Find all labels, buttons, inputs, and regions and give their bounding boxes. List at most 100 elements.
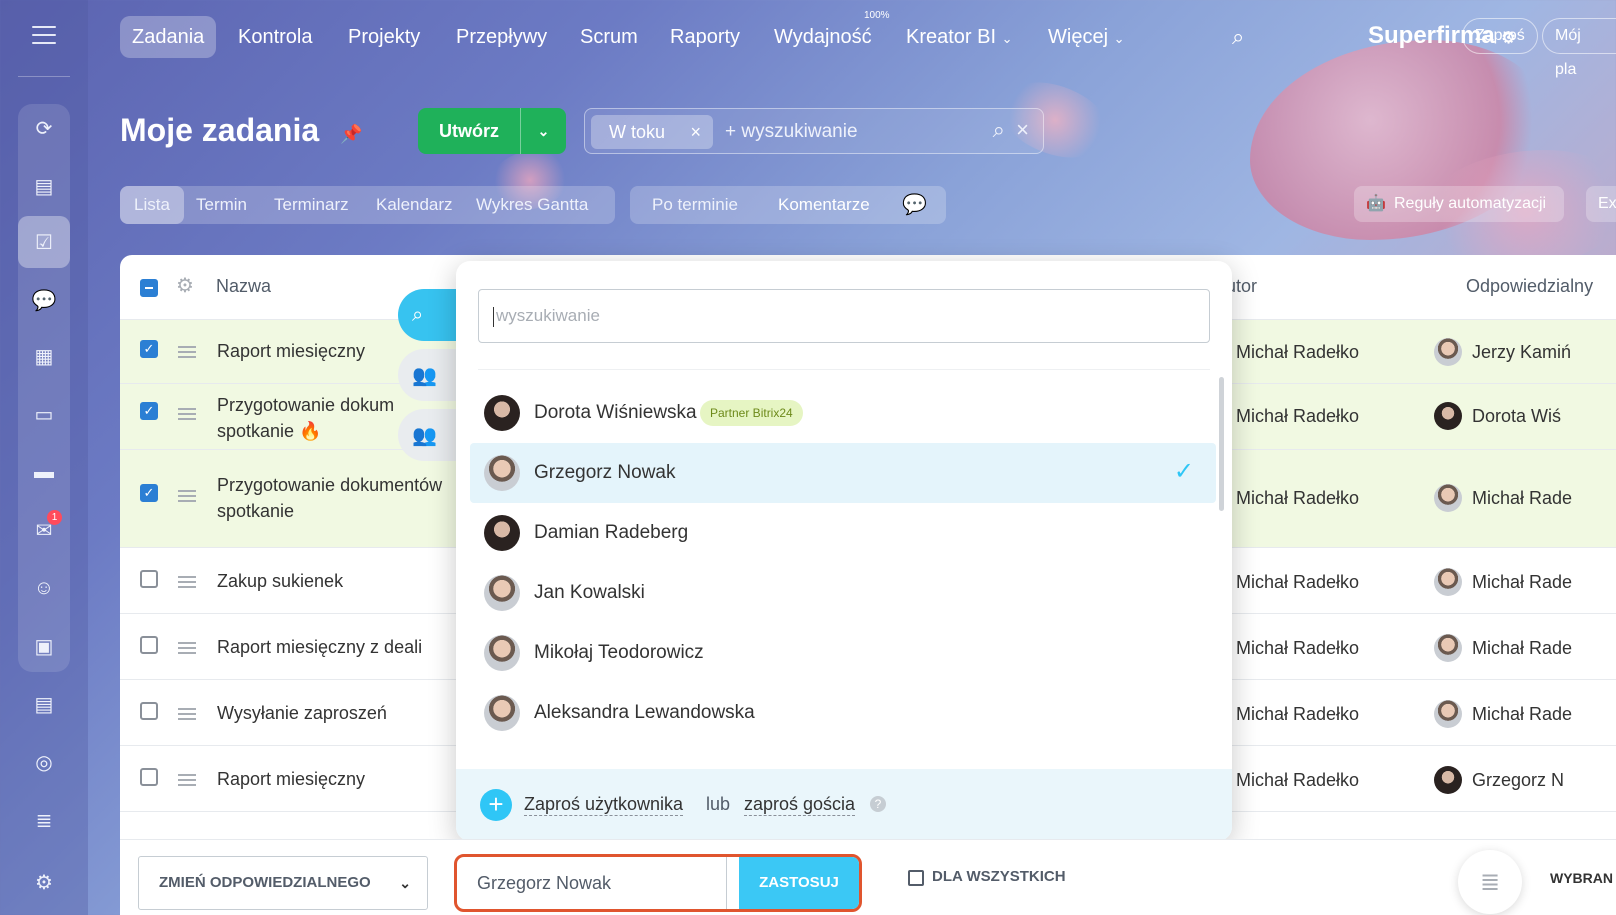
task-author[interactable]: Michał Radełko <box>1236 342 1359 363</box>
drag-handle-icon[interactable] <box>178 576 196 588</box>
docs-icon[interactable]: ▭ <box>24 394 64 434</box>
create-button[interactable]: Utwórz ⌄ <box>418 108 566 154</box>
nav-przeplywy[interactable]: Przepływy <box>444 16 559 58</box>
nav-kreator-bi[interactable]: Kreator BI ⌄ <box>894 16 1025 58</box>
task-author[interactable]: Michał Radełko <box>1236 638 1359 659</box>
my-plan-button[interactable]: Mój pla <box>1542 18 1616 78</box>
tab-wykres-gantta[interactable]: Wykres Gantta <box>462 186 602 224</box>
group-icon[interactable]: 👥 <box>398 409 458 461</box>
nav-kontrola[interactable]: Kontrola <box>226 16 325 58</box>
help-icon[interactable]: ? <box>870 796 886 812</box>
board-icon[interactable]: ▣ <box>24 626 64 666</box>
search-chat-icon[interactable]: ⌕ <box>398 289 458 341</box>
close-icon[interactable]: × <box>690 115 701 149</box>
filter-chip[interactable]: W toku × <box>591 115 713 149</box>
task-author[interactable]: Michał Radełko <box>1236 572 1359 593</box>
user-option[interactable]: Jan Kowalski <box>470 563 1216 623</box>
drag-handle-icon[interactable] <box>178 346 196 358</box>
task-author[interactable]: Michał Radełko <box>1236 704 1359 725</box>
invite-user-link[interactable]: Zaproś użytkownika <box>524 794 684 816</box>
feed-icon[interactable]: ▤ <box>24 166 64 206</box>
user-option-selected[interactable]: Grzegorz Nowak ✓ <box>470 443 1216 503</box>
user-option[interactable]: Damian Radeberg <box>470 503 1216 563</box>
task-responsible[interactable]: Michał Rade <box>1472 638 1572 659</box>
goals-icon[interactable]: ◎ <box>24 742 64 782</box>
counter-overdue[interactable]: Po terminie <box>652 186 738 224</box>
drag-handle-icon[interactable] <box>178 408 196 420</box>
task-name[interactable]: Raport miesięczny <box>217 766 457 792</box>
search-icon[interactable]: ⌕ <box>1232 24 1244 50</box>
tab-lista[interactable]: Lista <box>120 186 184 224</box>
row-checkbox[interactable] <box>140 636 158 654</box>
for-all-checkbox[interactable] <box>908 870 924 886</box>
row-checkbox[interactable] <box>140 570 158 588</box>
pin-icon[interactable]: 📌 <box>340 124 362 145</box>
tasks-icon[interactable]: ☑ <box>18 216 70 268</box>
select-all-checkbox[interactable] <box>140 279 158 297</box>
drag-handle-icon[interactable] <box>178 708 196 720</box>
invite-button[interactable]: Zaproś <box>1462 18 1538 54</box>
nav-scrum[interactable]: Scrum <box>568 16 650 58</box>
add-icon[interactable]: + <box>480 789 512 821</box>
filter-search-input[interactable]: + wyszukiwanie <box>725 121 858 143</box>
calendar-icon[interactable]: ▦ <box>24 336 64 376</box>
for-all-label[interactable]: DLA WSZYSTKICH <box>932 868 1066 885</box>
filter-search-box[interactable]: W toku × + wyszukiwanie ⌕ × <box>584 108 1044 154</box>
task-name[interactable]: Przygotowanie dokumentów spotkanie <box>217 472 457 524</box>
chevron-down-icon[interactable]: ⌄ <box>520 108 566 154</box>
row-checkbox[interactable]: ✓ <box>140 340 158 358</box>
search-icon[interactable]: ⌕ <box>993 117 1005 143</box>
column-responsible[interactable]: Odpowiedzialny <box>1466 276 1593 297</box>
user-option[interactable]: Dorota Wiśniewska Partner Bitrix24 <box>470 383 1216 443</box>
popup-scrollbar[interactable] <box>1219 377 1224 511</box>
settings-icon[interactable]: ⚙ <box>24 862 64 902</box>
row-checkbox[interactable]: ✓ <box>140 402 158 420</box>
tab-termin[interactable]: Termin <box>182 186 261 224</box>
mail-icon[interactable]: ✉ 1 <box>24 510 64 550</box>
row-checkbox[interactable] <box>140 702 158 720</box>
assignee-input[interactable]: Grzegorz Nowak <box>457 857 727 909</box>
counter-comments[interactable]: Komentarze <box>778 186 870 224</box>
nav-wiecej[interactable]: Więcej ⌄ <box>1036 16 1136 58</box>
tab-terminarz[interactable]: Terminarz <box>260 186 363 224</box>
close-icon[interactable]: × <box>1016 117 1029 143</box>
task-author[interactable]: Michał Radełko <box>1236 406 1359 427</box>
nav-projekty[interactable]: Projekty <box>336 16 432 58</box>
task-responsible[interactable]: Michał Rade <box>1472 572 1572 593</box>
export-button[interactable]: Ex <box>1586 186 1616 222</box>
tab-kalendarz[interactable]: Kalendarz <box>362 186 467 224</box>
gear-icon[interactable]: ⚙ <box>176 273 194 298</box>
task-responsible[interactable]: Jerzy Kamiń <box>1472 342 1571 363</box>
drive-icon[interactable]: ▬ <box>24 452 64 492</box>
popup-search-input[interactable]: wyszukiwanie <box>478 289 1210 343</box>
crm-icon[interactable]: ▤ <box>24 684 64 724</box>
column-name[interactable]: Nazwa <box>216 276 271 297</box>
nav-raporty[interactable]: Raporty <box>658 16 752 58</box>
task-responsible[interactable]: Michał Rade <box>1472 488 1572 509</box>
filter-icon[interactable]: ≣ <box>24 800 64 840</box>
chat-icon[interactable]: 💬 <box>24 280 64 320</box>
automation-rules-button[interactable]: 🤖 Reguły automatyzacji <box>1354 186 1564 222</box>
task-name[interactable]: Zakup sukienek <box>217 568 457 594</box>
task-author[interactable]: Michał Radełko <box>1236 488 1359 509</box>
apply-button[interactable]: ZASTOSUJ <box>739 857 859 909</box>
task-responsible[interactable]: Michał Rade <box>1472 704 1572 725</box>
group-icon[interactable]: 👥 <box>398 349 458 401</box>
contacts-icon[interactable]: ☺ <box>24 568 64 608</box>
row-checkbox[interactable]: ✓ <box>140 484 158 502</box>
menu-icon[interactable] <box>32 26 56 44</box>
row-checkbox[interactable] <box>140 768 158 786</box>
task-responsible[interactable]: Grzegorz N <box>1472 770 1564 791</box>
user-option[interactable]: Mikołaj Teodorowicz <box>470 623 1216 683</box>
nav-zadania[interactable]: Zadania <box>120 16 217 58</box>
drag-handle-icon[interactable] <box>178 774 196 786</box>
drag-handle-icon[interactable] <box>178 642 196 654</box>
comments-read-icon[interactable]: 💬 <box>902 186 927 224</box>
task-responsible[interactable]: Dorota Wiś <box>1472 406 1561 427</box>
drag-handle-icon[interactable] <box>178 490 196 502</box>
user-option[interactable]: Aleksandra Lewandowska <box>470 683 1216 743</box>
nav-wydajnosc[interactable]: Wydajność <box>762 16 884 58</box>
list-menu-icon[interactable]: ≣ <box>1458 850 1522 914</box>
hub-icon[interactable]: ⟳ <box>24 108 64 148</box>
invite-guest-link[interactable]: zaproś gościa <box>744 794 856 816</box>
